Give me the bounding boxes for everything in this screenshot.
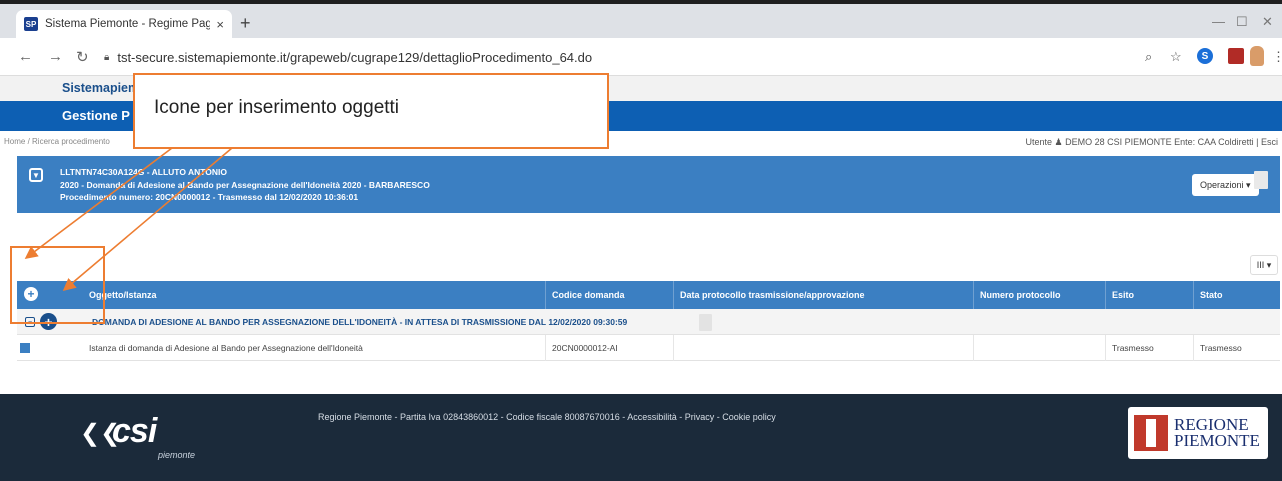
callout-text: Icone per inserimento oggetti <box>154 97 400 118</box>
arrow-to-row-plus <box>62 147 233 292</box>
annotation-callout: Icone per inserimento oggetti <box>133 73 609 149</box>
arrow-to-header-plus <box>24 147 173 259</box>
